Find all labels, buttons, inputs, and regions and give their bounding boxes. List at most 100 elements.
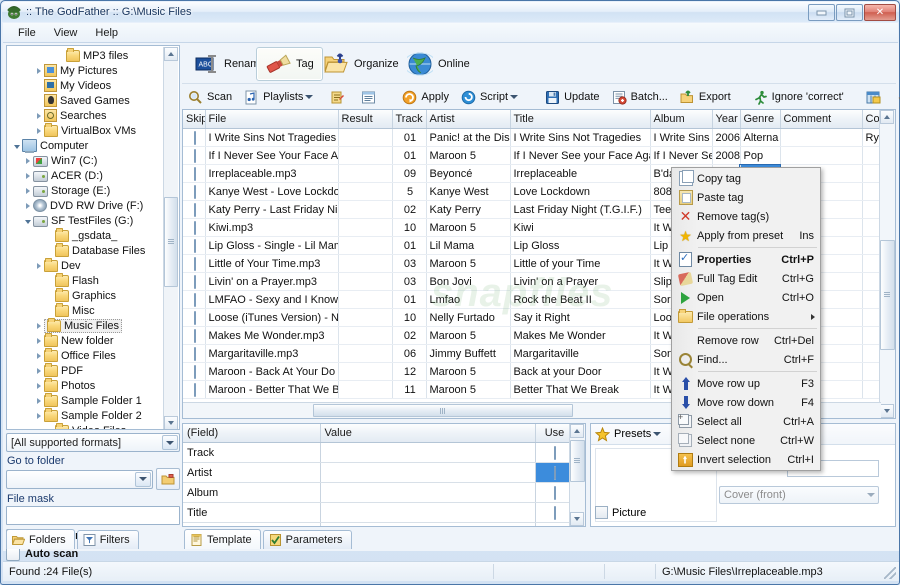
menu-item-paste-tag[interactable]: Paste tag — [672, 188, 820, 207]
tree-item-my-pictures[interactable]: My Pictures — [9, 63, 164, 78]
menu-item-open[interactable]: OpenCtrl+O — [672, 288, 820, 307]
cell-title[interactable]: Rock the Beat II — [510, 291, 650, 309]
skip-checkbox[interactable] — [194, 257, 196, 271]
tree-item-dvd-rw-drive-f[interactable]: DVD RW Drive (F:) — [9, 198, 164, 213]
cell-artist[interactable]: Beyoncé — [426, 165, 510, 183]
cell-title[interactable]: Better That We Break — [510, 381, 650, 399]
menu-item-remove-tag-s[interactable]: ✕Remove tag(s) — [672, 207, 820, 226]
tree-scroll-down-button[interactable] — [164, 416, 178, 430]
tree-item-virtualbox-vms[interactable]: VirtualBox VMs — [9, 123, 164, 138]
field-row[interactable]: Album — [183, 483, 571, 503]
cell-artist[interactable]: Maroon 5 — [426, 363, 510, 381]
cell-title[interactable]: Irreplaceable — [510, 165, 650, 183]
tree-item-database-files[interactable]: Database Files — [9, 243, 164, 258]
apply-button[interactable]: Apply — [396, 88, 455, 107]
skip-checkbox[interactable] — [194, 167, 196, 181]
tree-item-mp3-files[interactable]: MP3 files — [9, 48, 164, 63]
file-table-header-row[interactable]: SkipFileResultTrackArtistTitleAlbumYearG… — [183, 110, 881, 129]
tree-item-sample-folder-2[interactable]: Sample Folder 2 — [9, 408, 164, 423]
cell-file[interactable]: Irreplaceable.mp3 — [205, 165, 338, 183]
script-button[interactable]: Script — [455, 88, 529, 107]
chevron-down-icon[interactable] — [305, 95, 313, 99]
skip-checkbox[interactable] — [194, 293, 196, 307]
cell-track[interactable]: 03 — [392, 255, 426, 273]
field-grid-scroll-up-button[interactable] — [570, 424, 584, 438]
field-use-cell[interactable] — [535, 483, 571, 503]
resize-grip[interactable] — [884, 567, 896, 579]
file-list-scroll-down-button[interactable] — [880, 404, 894, 418]
cell-file[interactable]: Little of Your Time.mp3 — [205, 255, 338, 273]
cell-title[interactable]: Kiwi — [510, 219, 650, 237]
cell-title[interactable]: Back at your Door — [510, 363, 650, 381]
field-name-cell[interactable]: Album — [183, 483, 320, 503]
tree-item-pdf[interactable]: PDF — [9, 363, 164, 378]
column-header-file[interactable]: File — [205, 110, 338, 129]
cell-file[interactable]: I Write Sins Not Tragedies — [205, 129, 338, 147]
tree-item-music-files[interactable]: Music Files — [9, 318, 164, 333]
cell-track[interactable]: 10 — [392, 309, 426, 327]
skip-checkbox[interactable] — [194, 149, 196, 163]
cell-comment[interactable] — [780, 147, 862, 165]
cell-title[interactable]: Makes Me Wonder — [510, 327, 650, 345]
field-row[interactable]: Artist — [183, 463, 571, 483]
skip-checkbox-cell[interactable] — [183, 201, 205, 219]
cell-artist[interactable]: Panic! at the Disco — [426, 129, 510, 147]
cell-track[interactable]: 02 — [392, 327, 426, 345]
cell-artist[interactable]: Bon Jovi — [426, 273, 510, 291]
goto-folder-combo[interactable] — [6, 470, 153, 489]
cell-result[interactable] — [338, 381, 392, 399]
menu-view[interactable]: View — [45, 25, 87, 41]
table-row[interactable]: I Write Sins Not Tragedies01Panic! at th… — [183, 129, 881, 147]
file-list-vertical-scrollbar[interactable] — [879, 110, 895, 418]
toolbar-tag-button[interactable]: Tag — [256, 47, 323, 81]
cell-file[interactable]: Maroon - Better That We B — [205, 381, 338, 399]
tree-item-sample-folder-1[interactable]: Sample Folder 1 — [9, 393, 164, 408]
cell-title[interactable]: I Write Sins Not Tragedies — [510, 129, 650, 147]
skip-checkbox[interactable] — [194, 383, 196, 397]
chevron-right-icon[interactable] — [33, 395, 44, 406]
tree-item-my-videos[interactable]: My Videos — [9, 78, 164, 93]
field-row[interactable]: Title — [183, 503, 571, 523]
chevron-right-icon[interactable] — [22, 200, 33, 211]
tab-parameters[interactable]: Parameters — [263, 530, 352, 549]
column-header-genre[interactable]: Genre — [740, 110, 780, 129]
column-header-artist[interactable]: Artist — [426, 110, 510, 129]
cell-file[interactable]: Lip Gloss - Single - Lil Mam — [205, 237, 338, 255]
tree-item-photos[interactable]: Photos — [9, 378, 164, 393]
file-list-scroll-thumb[interactable] — [880, 240, 895, 350]
menu-item-remove-row[interactable]: Remove rowCtrl+Del — [672, 331, 820, 350]
skip-checkbox[interactable] — [194, 221, 196, 235]
cell-track[interactable]: 12 — [392, 363, 426, 381]
chevron-right-icon[interactable] — [33, 110, 44, 121]
skip-checkbox[interactable] — [194, 347, 196, 361]
file-mask-input[interactable] — [6, 506, 180, 525]
skip-checkbox-cell[interactable] — [183, 255, 205, 273]
cell-title[interactable]: Margaritaville — [510, 345, 650, 363]
cell-artist[interactable]: Kanye West — [426, 183, 510, 201]
chevron-right-icon[interactable] — [33, 65, 44, 76]
chevron-right-icon[interactable] — [33, 125, 44, 136]
chevron-right-icon[interactable] — [22, 170, 33, 181]
menu-item-move-row-down[interactable]: Move row downF4 — [672, 393, 820, 412]
field-use-cell[interactable] — [535, 523, 571, 528]
column-header-skip[interactable]: Skip — [183, 110, 205, 129]
table-row[interactable]: If I Never See Your Face A01Maroon 5If I… — [183, 147, 881, 165]
skip-checkbox-cell[interactable] — [183, 291, 205, 309]
cell-result[interactable] — [338, 255, 392, 273]
cell-album[interactable]: If I Never See — [650, 147, 712, 165]
folder-tree[interactable]: MP3 filesMy PicturesMy VideosSaved Games… — [6, 45, 180, 430]
cell-year[interactable]: 2006 — [712, 129, 740, 147]
chevron-right-icon[interactable] — [33, 320, 44, 331]
menu-item-apply-from-preset[interactable]: ★Apply from presetIns — [672, 226, 820, 245]
skip-checkbox-cell[interactable] — [183, 345, 205, 363]
cell-title[interactable]: Livin' on a Prayer — [510, 273, 650, 291]
cell-result[interactable] — [338, 363, 392, 381]
tab-filters[interactable]: Filters — [77, 530, 139, 549]
cell-file[interactable]: Makes Me Wonder.mp3 — [205, 327, 338, 345]
cell-artist[interactable]: Jimmy Buffett — [426, 345, 510, 363]
file-list-scroll-up-button[interactable] — [880, 110, 894, 124]
cell-result[interactable] — [338, 201, 392, 219]
skip-checkbox[interactable] — [194, 329, 196, 343]
tag-field-grid[interactable]: (Field)ValueUse TrackArtistAlbumTitleYea… — [182, 423, 586, 527]
chevron-right-icon[interactable] — [22, 185, 33, 196]
